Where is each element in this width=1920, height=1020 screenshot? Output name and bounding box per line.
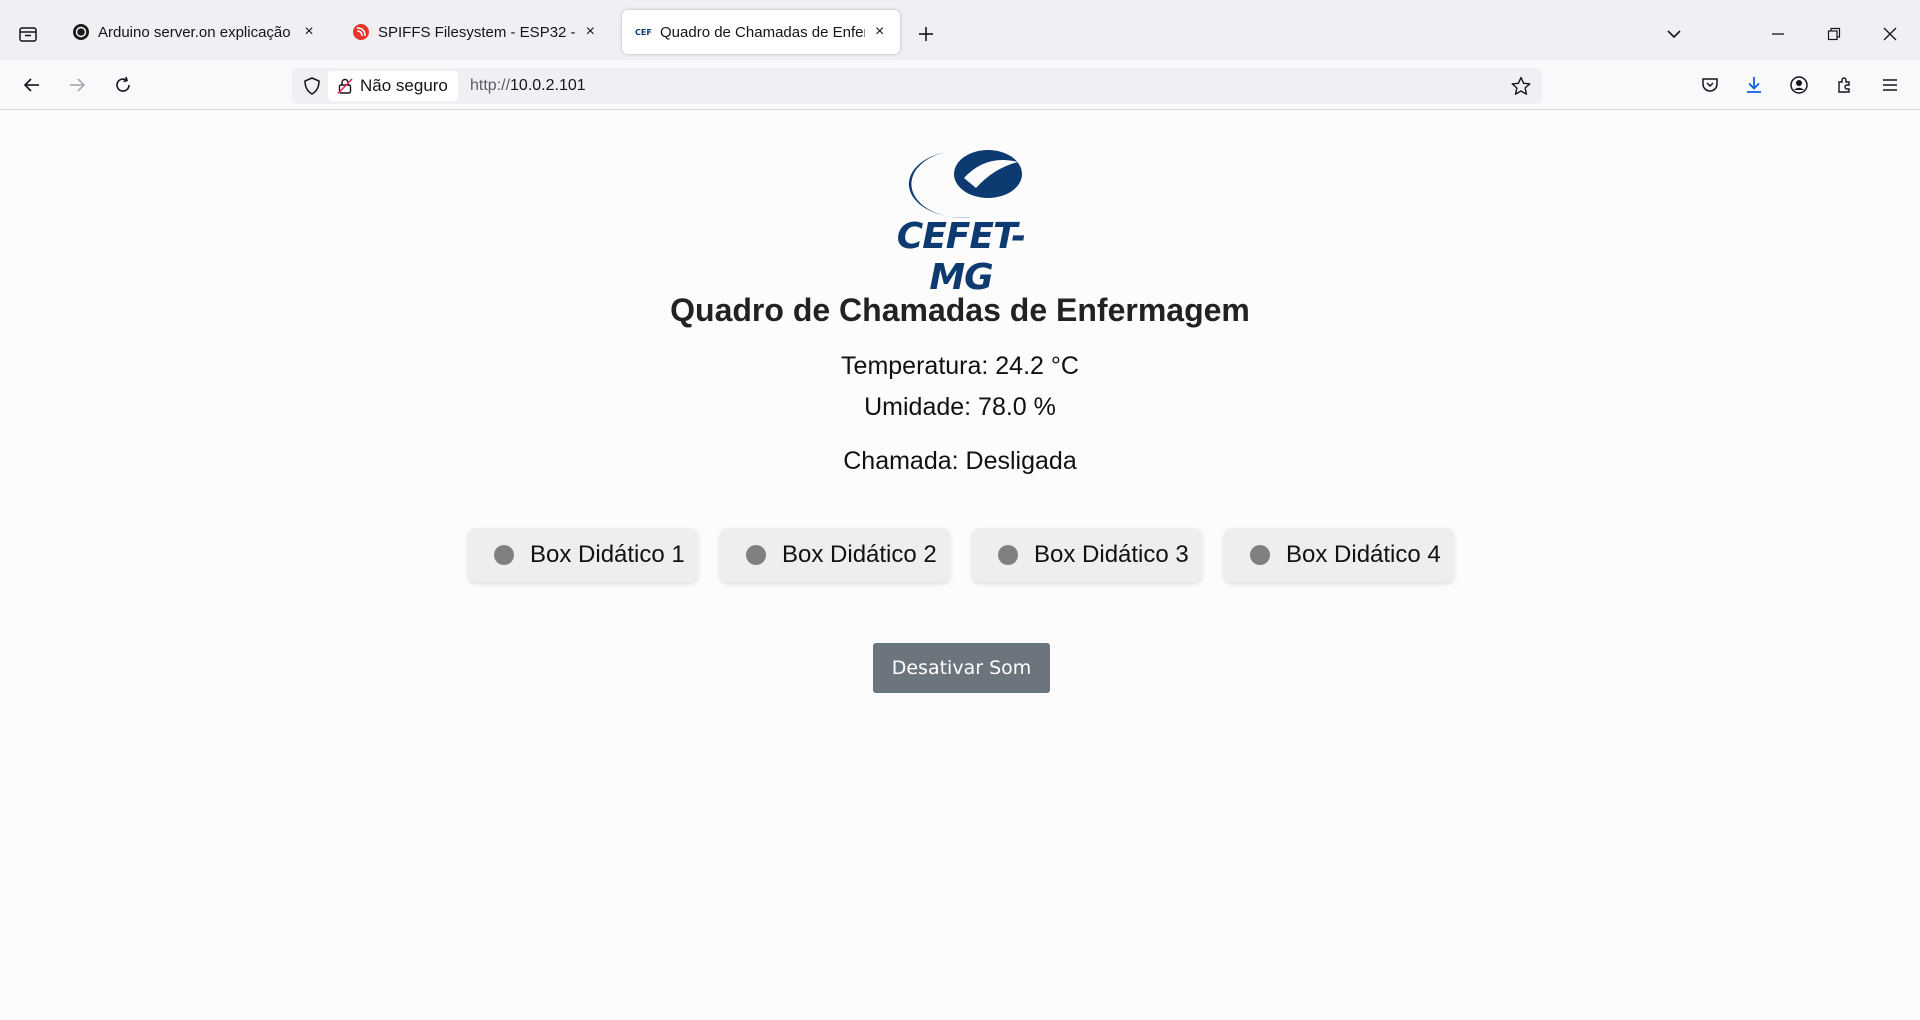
box-didatico-1[interactable]: Box Didático 1 <box>468 528 698 582</box>
close-tab-icon[interactable]: × <box>583 23 598 41</box>
status-indicator <box>998 545 1018 565</box>
temperature-reading: Temperatura: 24.2 °C <box>841 352 1079 380</box>
tracking-protection-icon[interactable] <box>302 76 322 96</box>
cefet-icon: CEFET <box>634 23 652 41</box>
close-window-icon[interactable] <box>1876 20 1904 48</box>
not-secure-indicator[interactable]: Não seguro <box>328 71 458 101</box>
logo-text: CEFET-MG <box>896 216 1026 298</box>
pocket-icon[interactable] <box>1696 71 1724 99</box>
box-label: Box Didático 3 <box>1034 541 1189 568</box>
box-status-list: Box Didático 1 Box Didático 2 Box Didáti… <box>468 528 1454 582</box>
cefet-logo: CEFET-MG <box>868 138 1054 298</box>
not-secure-label: Não seguro <box>360 76 448 95</box>
espressif-icon <box>352 23 370 41</box>
tab-list-icon[interactable] <box>14 20 42 48</box>
box-didatico-2[interactable]: Box Didático 2 <box>720 528 950 582</box>
close-tab-icon[interactable]: × <box>871 23 888 41</box>
url-text[interactable]: http://10.0.2.101 <box>470 77 586 95</box>
menu-icon[interactable] <box>1876 71 1904 99</box>
box-label: Box Didático 2 <box>782 541 937 568</box>
status-indicator <box>746 545 766 565</box>
chevron-down-icon[interactable] <box>1660 20 1688 48</box>
navigation-toolbar: Não seguro http://10.0.2.101 <box>0 60 1920 110</box>
tab-title: SPIFFS Filesystem - ESP32 - — E <box>378 23 577 41</box>
call-status: Chamada: Desligada <box>843 447 1077 475</box>
tab-title: Quadro de Chamadas de Enferm <box>660 23 866 41</box>
forward-icon[interactable] <box>63 71 91 99</box>
box-label: Box Didático 4 <box>1286 541 1441 568</box>
tab-quadro[interactable]: CEFET Quadro de Chamadas de Enferm × <box>622 10 900 54</box>
box-didatico-4[interactable]: Box Didático 4 <box>1224 528 1454 582</box>
extensions-icon[interactable] <box>1831 71 1859 99</box>
restore-icon[interactable] <box>1820 20 1848 48</box>
page-content: CEFET-MG Quadro de Chamadas de Enfermage… <box>0 110 1920 1020</box>
page-title: Quadro de Chamadas de Enfermagem <box>670 292 1250 328</box>
url-scheme: http:// <box>470 77 511 94</box>
status-indicator <box>494 545 514 565</box>
bookmark-star-icon[interactable] <box>1510 75 1532 97</box>
close-tab-icon[interactable]: × <box>300 23 318 41</box>
back-icon[interactable] <box>18 71 46 99</box>
minimize-icon[interactable] <box>1764 20 1792 48</box>
tab-spiffs[interactable]: SPIFFS Filesystem - ESP32 - — E × <box>340 10 610 54</box>
box-label: Box Didático 1 <box>530 541 685 568</box>
disable-sound-button[interactable]: Desativar Som <box>873 643 1050 693</box>
insecure-lock-icon <box>337 78 353 95</box>
openai-icon <box>72 23 90 41</box>
svg-text:CEFET: CEFET <box>635 28 652 37</box>
account-icon[interactable] <box>1785 71 1813 99</box>
cefet-logo-emblem <box>908 150 1022 218</box>
tab-arduino[interactable]: Arduino server.on explicação × <box>60 10 330 54</box>
status-indicator <box>1250 545 1270 565</box>
new-tab-icon[interactable] <box>912 20 940 48</box>
address-bar[interactable]: Não seguro http://10.0.2.101 <box>292 68 1542 104</box>
tab-title: Arduino server.on explicação <box>98 23 291 41</box>
tab-bar: Arduino server.on explicação × SPIFFS Fi… <box>0 0 1920 60</box>
reload-icon[interactable] <box>109 71 137 99</box>
downloads-icon[interactable] <box>1740 71 1768 99</box>
humidity-reading: Umidade: 78.0 % <box>864 393 1056 421</box>
url-host: 10.0.2.101 <box>510 77 586 94</box>
box-didatico-3[interactable]: Box Didático 3 <box>972 528 1202 582</box>
